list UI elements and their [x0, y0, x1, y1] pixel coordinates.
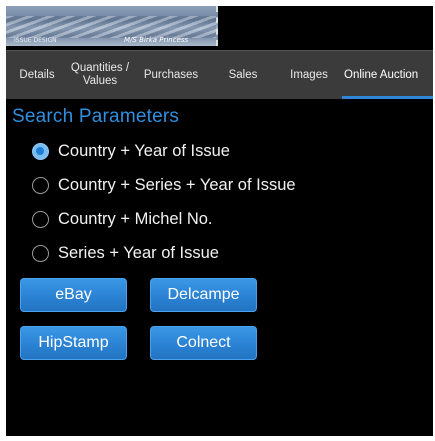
tab-online-auction[interactable]: Online Auction [342, 51, 433, 99]
tab-images[interactable]: Images [276, 51, 342, 99]
radio-unselected-icon[interactable] [32, 211, 49, 228]
colnect-button[interactable]: Colnect [150, 326, 257, 360]
radio-unselected-icon[interactable] [32, 245, 49, 262]
radio-unselected-icon[interactable] [32, 177, 49, 194]
radio-selected-icon[interactable] [32, 143, 49, 160]
tab-sales[interactable]: Sales [210, 51, 276, 99]
stamp-caption-right: M/S Birka Princess [124, 36, 189, 44]
radio-option-country-year[interactable]: Country + Year of Issue [32, 142, 230, 161]
radio-option-country-michel[interactable]: Country + Michel No. [32, 210, 213, 229]
hipstamp-button[interactable]: HipStamp [20, 326, 127, 360]
tab-details[interactable]: Details [6, 51, 68, 99]
delcampe-button[interactable]: Delcampe [150, 278, 257, 312]
radio-option-series-year[interactable]: Series + Year of Issue [32, 244, 219, 263]
header-banner: ISSUE DESIGN M/S Birka Princess [6, 6, 433, 48]
radio-label: Country + Series + Year of Issue [58, 176, 296, 194]
section-title: Search Parameters [12, 106, 180, 127]
tab-purchases[interactable]: Purchases [132, 51, 210, 99]
radio-label: Country + Michel No. [58, 210, 213, 228]
stamp-caption-left: ISSUE DESIGN [14, 37, 57, 44]
tab-bar: Details Quantities / Values Purchases Sa… [6, 50, 433, 99]
stamp-image: ISSUE DESIGN M/S Birka Princess [6, 6, 218, 46]
app-window: ISSUE DESIGN M/S Birka Princess Details … [6, 6, 433, 436]
radio-option-country-series-year[interactable]: Country + Series + Year of Issue [32, 176, 296, 195]
stamp-artwork [6, 16, 216, 38]
radio-label: Series + Year of Issue [58, 244, 219, 262]
tab-quantities-values[interactable]: Quantities / Values [68, 51, 132, 99]
ebay-button[interactable]: eBay [20, 278, 127, 312]
radio-label: Country + Year of Issue [58, 142, 230, 160]
